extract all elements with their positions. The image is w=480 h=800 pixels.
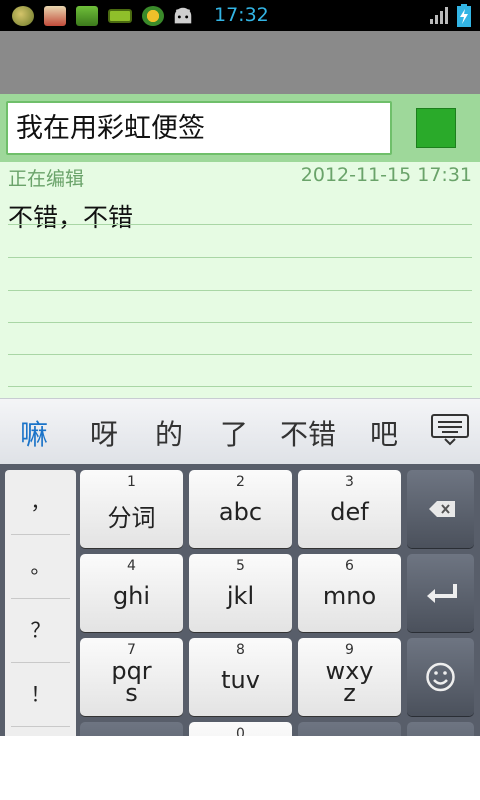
note-title-input[interactable]: 我在用彩虹便签 xyxy=(6,101,392,155)
key-number: 6 xyxy=(345,558,354,574)
battery-charging-icon xyxy=(457,4,471,27)
key-label: abc xyxy=(218,498,263,526)
punct-key-comma[interactable]: ， xyxy=(5,470,76,534)
key-label: def xyxy=(330,498,369,526)
note-color-button[interactable] xyxy=(416,108,456,148)
ruled-line xyxy=(8,354,472,355)
key-9[interactable]: 9 wxy z xyxy=(298,638,401,716)
key-8[interactable]: 8 tuv xyxy=(189,638,292,716)
key-number: 4 xyxy=(127,558,136,574)
android-icon xyxy=(174,7,192,24)
signal-icon xyxy=(430,7,448,24)
battery-saver-icon xyxy=(108,9,132,23)
blank-area xyxy=(0,736,480,800)
edit-status-label: 正在编辑 xyxy=(8,168,85,190)
key-label: ghi xyxy=(112,582,151,610)
key-number: 3 xyxy=(345,474,354,490)
app-icon xyxy=(142,6,164,26)
action-bar xyxy=(0,31,480,94)
key-number: 1 xyxy=(127,474,136,490)
punct-key-period[interactable]: 。 xyxy=(5,534,76,598)
divider xyxy=(11,726,70,727)
ruled-line xyxy=(8,257,472,258)
key-number: 2 xyxy=(236,474,245,490)
notification-icon xyxy=(12,6,34,26)
title-row: 我在用彩虹便签 xyxy=(0,94,480,162)
key-4[interactable]: 4 ghi xyxy=(80,554,183,632)
key-2[interactable]: 2 abc xyxy=(189,470,292,548)
gallery-icon xyxy=(44,6,66,26)
key-number: 5 xyxy=(236,558,245,574)
key-label: 分词 xyxy=(107,504,156,532)
candidate-word[interactable]: 不错 xyxy=(280,413,336,453)
note-timestamp: 2012-11-15 17:31 xyxy=(300,164,472,186)
status-time: 17:32 xyxy=(214,4,269,26)
backspace-key[interactable] xyxy=(407,470,474,548)
enter-key[interactable] xyxy=(407,554,474,632)
candidate-word[interactable]: 嘛 xyxy=(20,413,48,453)
smiley-icon xyxy=(426,662,455,692)
candidate-word[interactable]: 了 xyxy=(220,413,248,453)
backspace-icon xyxy=(429,501,455,517)
key-1[interactable]: 1 分词 xyxy=(80,470,183,548)
status-bar: 17:32 xyxy=(0,0,480,31)
key-5[interactable]: 5 jkl xyxy=(189,554,292,632)
key-7[interactable]: 7 pqr s xyxy=(80,638,183,716)
key-number: 0 xyxy=(236,726,245,736)
ruled-line xyxy=(8,224,472,225)
key-number: 7 xyxy=(127,642,136,658)
enter-icon xyxy=(427,584,457,603)
key-partial-right[interactable] xyxy=(298,722,401,736)
ruled-line xyxy=(8,322,472,323)
key-3[interactable]: 3 def xyxy=(298,470,401,548)
key-label: wxy z xyxy=(325,657,374,707)
key-partial-function[interactable] xyxy=(407,722,474,736)
punctuation-column: ， 。 ？ ！ xyxy=(5,470,76,736)
candidate-word[interactable]: 呀 xyxy=(90,413,118,453)
ime-keyboard: ， 。 ？ ！ 1 分词 2 abc 3 def 4 ghi 5 jkl 6 m… xyxy=(0,464,480,736)
emoji-key[interactable] xyxy=(407,638,474,716)
key-6[interactable]: 6 mno xyxy=(298,554,401,632)
punct-key-exclaim[interactable]: ！ xyxy=(5,662,76,726)
ruled-line xyxy=(8,290,472,291)
note-editor[interactable]: 正在编辑 2012-11-15 17:31 不错，不错 xyxy=(0,162,480,398)
key-label: pqr s xyxy=(111,657,152,707)
key-number: 8 xyxy=(236,642,245,658)
key-0[interactable]: 0 xyxy=(189,722,292,736)
ime-candidate-bar: 嘛 呀 的 了 不错 吧 xyxy=(0,398,480,464)
money-icon xyxy=(76,6,98,26)
candidate-word[interactable]: 的 xyxy=(155,413,183,453)
ruled-line xyxy=(8,386,472,387)
note-body-text[interactable]: 不错，不错 xyxy=(8,198,133,234)
key-label: mno xyxy=(322,582,377,610)
candidate-word[interactable]: 吧 xyxy=(370,413,398,453)
key-label: tuv xyxy=(221,666,260,694)
punct-key-question[interactable]: ？ xyxy=(5,598,76,662)
keyboard-collapse-icon[interactable] xyxy=(431,414,469,446)
key-label: jkl xyxy=(226,582,255,610)
key-partial-left[interactable] xyxy=(80,722,183,736)
key-number: 9 xyxy=(345,642,354,658)
